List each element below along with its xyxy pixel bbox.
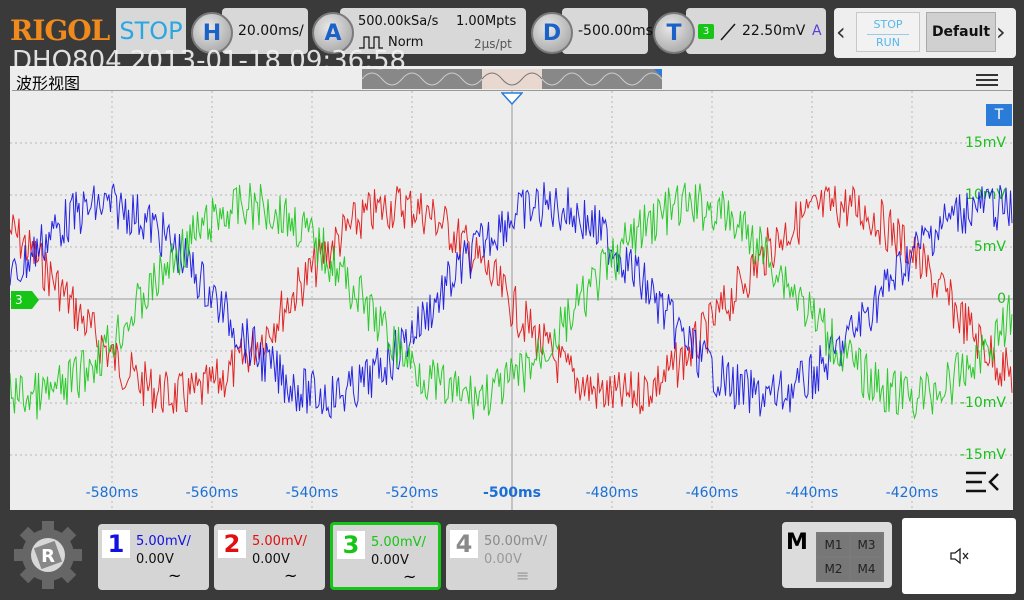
channel-scale: 5.00mV/ <box>252 534 307 549</box>
math-item-m1[interactable]: M1 <box>818 534 849 556</box>
time-per-point: 2μs/pt <box>474 37 512 51</box>
sample-rate: 500.00kSa/s <box>358 14 439 29</box>
channel-2-panel[interactable]: 2 5.00mV/0.00V ~ <box>214 524 325 590</box>
trigger-level: 22.50mV <box>742 23 806 39</box>
rising-edge-icon <box>720 23 736 41</box>
trigger-level-marker[interactable]: T <box>986 104 1012 126</box>
horizontal-scale: 20.00ms/ <box>238 23 304 39</box>
channel-scale: 50.00mV/ <box>484 534 548 549</box>
device-timestamp-title: DHO804 2013-01-18 09:36:58 <box>12 46 407 76</box>
math-label: M <box>786 530 808 555</box>
x-axis-label: -440ms <box>786 485 839 501</box>
y-axis-label: 15mV <box>965 135 1006 151</box>
math-item-m4[interactable]: M4 <box>851 558 882 580</box>
trigger-source: 3 <box>698 24 714 39</box>
speaker-mute-icon[interactable] <box>902 518 1016 594</box>
channel-4-panel[interactable]: 4 50.00mV/0.00V ≡ <box>446 524 557 590</box>
y-axis-label: -15mV <box>960 447 1007 463</box>
x-axis-label: -560ms <box>186 485 239 501</box>
stop-run-button[interactable]: STOP RUN <box>856 12 920 52</box>
gear-icon[interactable]: R <box>6 517 90 593</box>
math-item-m2[interactable]: M2 <box>818 558 849 580</box>
coupling-icon: ~ <box>284 566 298 585</box>
y-axis-label: 0 <box>997 291 1006 307</box>
brand-logo: RIGOL <box>10 14 110 47</box>
chevron-left-icon[interactable]: ‹ <box>836 18 846 46</box>
channel-number: 1 <box>102 530 130 558</box>
y-axis-label: -10mV <box>960 395 1007 411</box>
delay-panel[interactable]: -500.00ms <box>562 8 653 54</box>
default-button[interactable]: Default <box>926 12 996 52</box>
trigger-button[interactable]: T <box>653 12 695 54</box>
trigger-sweep: A <box>812 23 822 39</box>
x-axis-label: -460ms <box>686 485 739 501</box>
delay-button[interactable]: D <box>531 12 573 54</box>
memory-position-bar[interactable] <box>362 69 662 89</box>
coupling-icon: ~ <box>403 567 417 586</box>
collapse-arrow-icon[interactable] <box>964 470 1000 496</box>
channel-offset: 0.00V <box>252 552 290 567</box>
channel-offset: 0.00V <box>136 552 174 567</box>
coupling-icon: ~ <box>168 566 182 585</box>
x-axis-label: -500ms <box>483 485 541 501</box>
memory-viewport[interactable] <box>482 69 542 89</box>
chevron-right-icon[interactable]: › <box>996 18 1006 46</box>
channel-number: 4 <box>450 530 478 558</box>
delay-value: -500.00ms <box>578 23 653 39</box>
channel-3-panel[interactable]: 3 5.00mV/0.00V ~ <box>330 522 441 590</box>
channel-1-panel[interactable]: 1 5.00mV/0.00V ~ <box>98 524 209 590</box>
y-axis-label: 5mV <box>974 239 1007 255</box>
math-grid: M1 M3 M2 M4 <box>816 532 884 582</box>
math-panel[interactable]: M M1 M3 M2 M4 <box>782 522 892 588</box>
channel-number: 3 <box>337 531 365 559</box>
trigger-position-marker[interactable] <box>501 92 523 106</box>
channel-offset: 0.00V <box>484 552 522 567</box>
trigger-panel[interactable]: 3 22.50mV A <box>686 8 826 54</box>
coupling-icon: ≡ <box>516 566 530 585</box>
stop-label: STOP <box>873 18 903 31</box>
math-item-m3[interactable]: M3 <box>851 534 882 556</box>
channel-scale: 5.00mV/ <box>371 535 426 550</box>
run-label: RUN <box>867 34 909 49</box>
x-axis-label: -540ms <box>286 485 339 501</box>
x-axis-label: -420ms <box>886 485 939 501</box>
hamburger-icon[interactable] <box>976 72 998 88</box>
memory-depth: 1.00Mpts <box>456 14 517 29</box>
waveform-canvas[interactable]: 15mV10mV5mV0-10mV-15mV-580ms -560ms -540ms… <box>10 91 1013 510</box>
channel-scale: 5.00mV/ <box>136 534 191 549</box>
x-axis-label: -520ms <box>386 485 439 501</box>
channel-offset: 0.00V <box>371 553 409 568</box>
svg-text:R: R <box>41 546 55 567</box>
x-axis-label: -580ms <box>86 485 139 501</box>
channel-number: 2 <box>218 530 246 558</box>
x-axis-label: -480ms <box>586 485 639 501</box>
